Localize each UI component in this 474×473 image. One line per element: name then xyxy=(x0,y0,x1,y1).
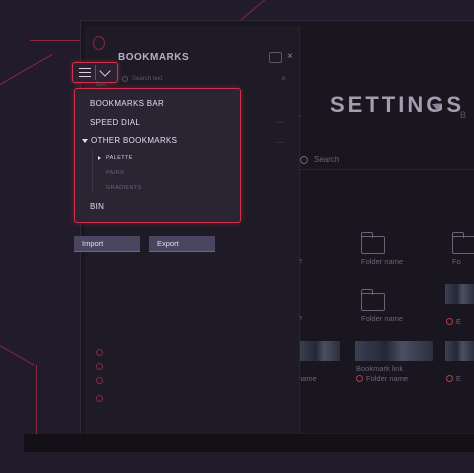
folder-name-label[interactable]: Folder name xyxy=(361,257,403,266)
bookmark-thumbnail[interactable] xyxy=(445,284,474,304)
hamburger-icon xyxy=(79,68,91,77)
opera-icon xyxy=(446,375,453,382)
circuit-line xyxy=(36,365,37,435)
clear-search-icon[interactable]: × xyxy=(281,72,286,86)
bookmarks-search-placeholder: Search text xyxy=(132,76,163,82)
menu-subitem-pairs[interactable]: PAIRS xyxy=(106,170,124,176)
bookmarks-panel-title: BOOKMARKS xyxy=(118,52,190,63)
circuit-line xyxy=(0,54,53,85)
opera-icon xyxy=(356,375,363,382)
bookmark-site-label[interactable]: E xyxy=(446,374,461,383)
menu-item-other-bookmarks[interactable]: OTHER BOOKMARKS xyxy=(91,136,177,145)
taskbar xyxy=(24,434,474,452)
menu-subitem-palette[interactable]: PALETTE xyxy=(106,155,133,161)
circuit-line xyxy=(240,0,287,21)
search-icon xyxy=(122,76,128,82)
bookmark-thumbnail[interactable] xyxy=(300,341,340,361)
menu-subitem-gradients[interactable]: GRADIENTS xyxy=(106,185,142,191)
bookmark-thumbnail[interactable] xyxy=(355,341,433,361)
folder-icon[interactable] xyxy=(360,289,385,311)
circuit-line xyxy=(30,40,80,41)
export-button[interactable]: Export xyxy=(149,236,215,252)
row-menu-icon[interactable]: ⋯ xyxy=(276,138,284,147)
tree-guide-line xyxy=(92,150,93,192)
bookmark-label[interactable]: name xyxy=(298,374,317,383)
bookmark-thumbnail[interactable] xyxy=(445,341,474,361)
sidebar-icon[interactable] xyxy=(96,395,103,402)
bookmark-site-label[interactable]: Folder name xyxy=(356,374,408,383)
settings-right-subtitle: B xyxy=(460,110,467,120)
row-menu-icon[interactable]: ⋯ xyxy=(276,118,284,127)
folder-name-text: Folder name xyxy=(366,374,409,383)
menu-item-bookmarks-bar[interactable]: BOOKMARKS BAR xyxy=(90,99,164,108)
settings-search-placeholder: Search xyxy=(314,155,340,164)
opera-logo-icon xyxy=(93,36,105,50)
sidebar-icon[interactable] xyxy=(96,349,103,356)
detach-panel-icon[interactable] xyxy=(269,52,282,63)
close-icon[interactable]: × xyxy=(287,51,293,62)
settings-search-input[interactable]: Search xyxy=(296,150,474,170)
folder-menu-toggle-button[interactable] xyxy=(72,62,118,83)
circuit-line xyxy=(0,345,35,366)
settings-title: SETTINGS xyxy=(330,92,465,117)
folder-name-label[interactable]: Folder name xyxy=(361,314,403,323)
divider xyxy=(95,65,96,80)
bookmark-site-initial: E xyxy=(456,317,462,326)
chevron-down-icon[interactable] xyxy=(432,104,442,110)
opera-icon xyxy=(446,318,453,325)
folder-icon[interactable] xyxy=(451,232,474,254)
bookmarks-search-input[interactable]: Search text × xyxy=(122,72,290,86)
search-icon xyxy=(300,156,308,164)
menu-item-bin[interactable]: BIN xyxy=(90,202,104,211)
bookmark-site-label[interactable]: E xyxy=(446,317,461,326)
sidebar-icon[interactable] xyxy=(96,377,103,384)
import-button[interactable]: Import xyxy=(74,236,140,252)
bookmark-link-label[interactable]: Bookmark link xyxy=(356,364,403,373)
chevron-down-icon xyxy=(99,65,111,77)
collapsed-triangle-icon[interactable] xyxy=(98,156,101,160)
folder-dropdown-menu: BOOKMARKS BAR SPEED DIAL OTHER BOOKMARKS… xyxy=(74,88,241,223)
expand-triangle-icon[interactable] xyxy=(82,139,88,143)
folder-name-label[interactable]: Fo xyxy=(452,257,461,266)
sidebar-icon[interactable] xyxy=(96,363,103,370)
folder-icon[interactable] xyxy=(360,232,385,254)
menu-item-speed-dial[interactable]: SPEED DIAL xyxy=(90,118,140,127)
bookmark-site-initial: E xyxy=(456,374,462,383)
